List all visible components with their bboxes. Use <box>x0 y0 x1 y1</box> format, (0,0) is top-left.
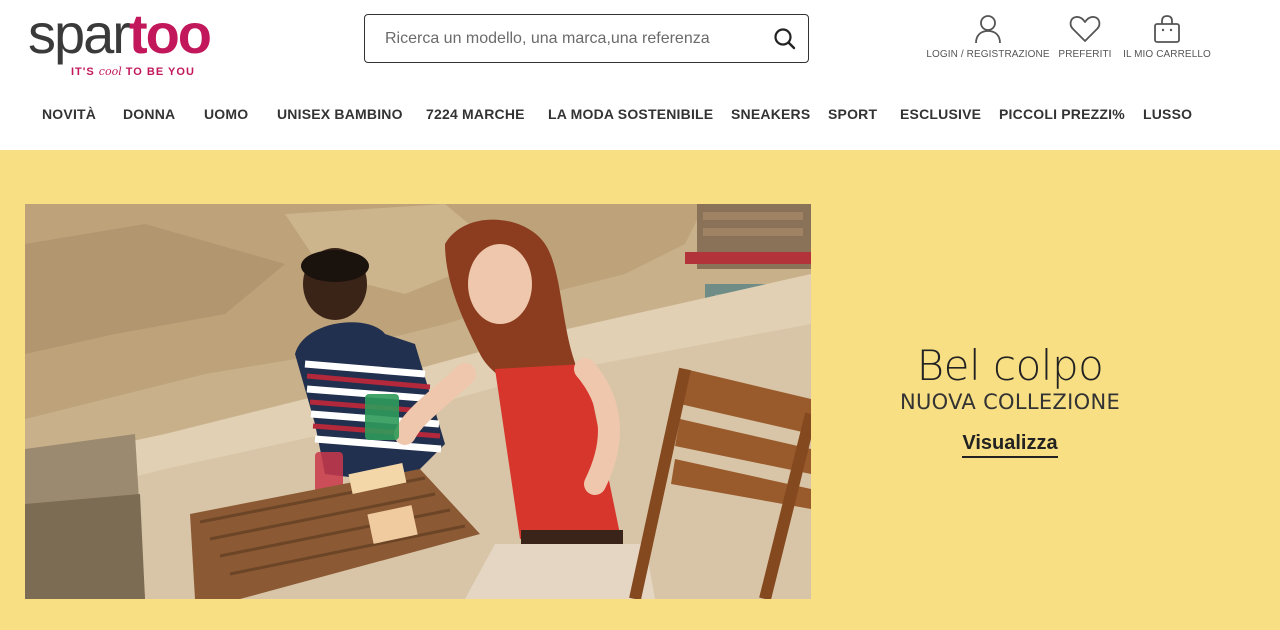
nav-item-unisex-bambino[interactable]: UNISEX BAMBINO <box>277 106 403 122</box>
nav-item-moda-sostenibile[interactable]: LA MODA SOSTENIBILE <box>548 106 713 122</box>
logo-tagline: IT'S cool TO BE YOU <box>71 65 195 78</box>
nav-item-marche[interactable]: 7224 MARCHE <box>426 106 525 122</box>
hero-banner: Bel colpo NUOVA COLLEZIONE Visualizza <box>0 150 1280 630</box>
nav-item-lusso[interactable]: LUSSO <box>1143 106 1192 122</box>
user-icon <box>924 14 1052 44</box>
hero-subtitle: NUOVA COLLEZIONE <box>899 390 1121 414</box>
hero-text-block: Bel colpo NUOVA COLLEZIONE Visualizza <box>840 343 1180 458</box>
nav-item-donna[interactable]: DONNA <box>123 106 175 122</box>
nav-item-uomo[interactable]: UOMO <box>204 106 248 122</box>
main-nav: NOVITÀ DONNA UOMO UNISEX BAMBINO 7224 MA… <box>0 93 1280 137</box>
shopping-bag-icon <box>1120 14 1214 44</box>
nav-item-sneakers[interactable]: SNEAKERS <box>731 106 810 122</box>
search-bar <box>364 14 809 63</box>
visualizza-link[interactable]: Visualizza <box>962 432 1058 458</box>
login-register-link[interactable]: LOGIN / REGISTRAZIONE <box>924 14 1052 60</box>
hero-title: Bel colpo <box>916 341 1104 390</box>
hero-image[interactable] <box>25 204 811 599</box>
heart-icon <box>1056 14 1114 44</box>
search-input[interactable] <box>365 15 765 62</box>
cart-label: IL MIO CARRELLO <box>1123 49 1211 60</box>
login-register-label: LOGIN / REGISTRAZIONE <box>926 49 1050 60</box>
nav-item-novita[interactable]: NOVITÀ <box>42 106 96 122</box>
nav-item-piccoli-prezzi[interactable]: PICCOLI PREZZI% <box>999 106 1125 122</box>
favorites-link[interactable]: PREFERITI <box>1056 14 1114 60</box>
logo-wordmark: spartoo <box>28 2 212 65</box>
search-icon[interactable] <box>772 26 798 52</box>
cart-link[interactable]: IL MIO CARRELLO <box>1120 14 1214 60</box>
nav-item-esclusive[interactable]: ESCLUSIVE <box>900 106 981 122</box>
favorites-label: PREFERITI <box>1058 49 1112 60</box>
site-header: spartoo IT'S cool TO BE YOU LOGIN / REGI… <box>0 0 1280 150</box>
spartoo-logo[interactable]: spartoo IT'S cool TO BE YOU <box>28 4 258 80</box>
nav-item-sport[interactable]: SPORT <box>828 106 877 122</box>
